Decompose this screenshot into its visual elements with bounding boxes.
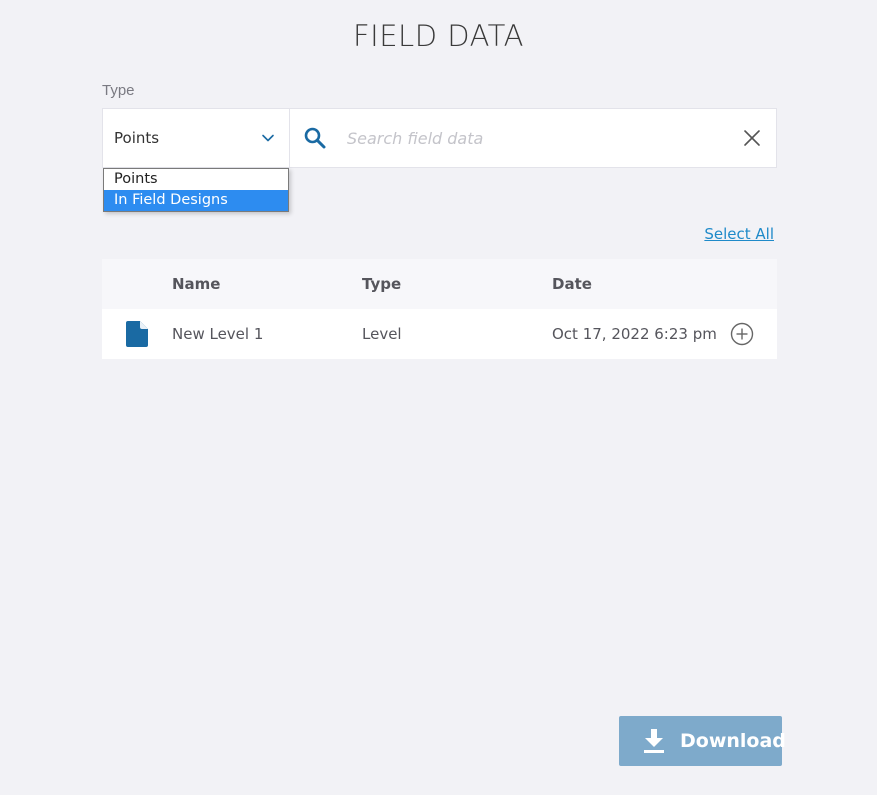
page-title: FIELD DATA (353, 19, 524, 53)
column-header-type[interactable]: Type (362, 275, 401, 293)
download-icon (644, 729, 664, 753)
row-name: New Level 1 (172, 325, 264, 343)
dropdown-option-in-field-designs[interactable]: In Field Designs (104, 190, 288, 211)
search-icon (304, 127, 326, 149)
add-circle-icon[interactable] (730, 322, 754, 346)
select-all-link[interactable]: Select All (704, 225, 774, 243)
file-icon (126, 321, 148, 347)
type-label: Type (102, 82, 135, 99)
table-header: Name Type Date (102, 259, 777, 309)
dropdown-option-points[interactable]: Points (104, 169, 288, 190)
column-header-name[interactable]: Name (172, 275, 220, 293)
download-label: Download (680, 730, 786, 752)
type-dropdown-list: Points In Field Designs (103, 168, 289, 212)
type-select[interactable]: Points (103, 109, 290, 167)
search-input[interactable] (347, 119, 727, 157)
close-icon[interactable] (743, 129, 761, 147)
filter-bar: Points (102, 108, 777, 168)
chevron-down-icon (262, 134, 274, 142)
column-header-date[interactable]: Date (552, 275, 592, 293)
download-button[interactable]: Download (619, 716, 786, 766)
type-select-value: Points (114, 129, 160, 147)
table-row[interactable]: New Level 1 Level Oct 17, 2022 6:23 pm (102, 309, 777, 359)
row-date: Oct 17, 2022 6:23 pm (552, 325, 717, 343)
field-data-table: Name Type Date New Level 1 Level Oct 17,… (102, 259, 777, 359)
row-type: Level (362, 325, 402, 343)
